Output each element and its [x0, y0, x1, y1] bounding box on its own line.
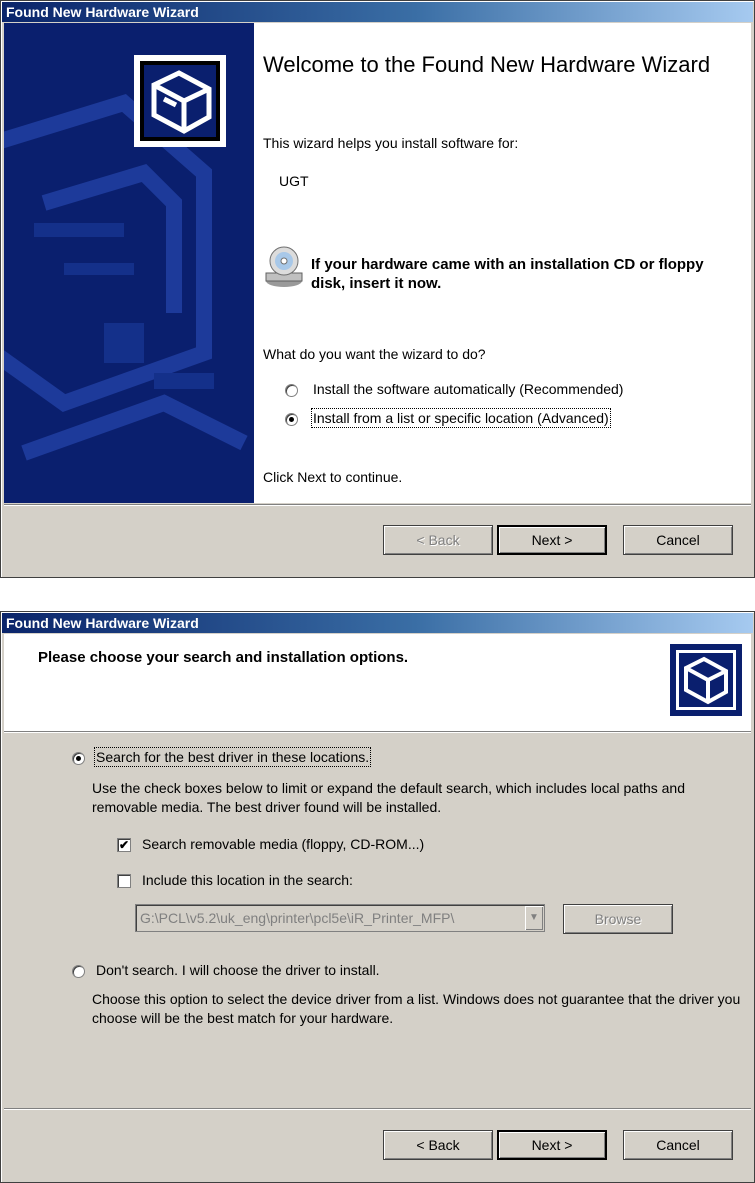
hardware-wizard-header-icon [670, 644, 742, 716]
next-button[interactable]: Next > [497, 525, 607, 555]
header-title: Please choose your search and installati… [38, 649, 409, 666]
continue-text: Click Next to continue. [263, 469, 403, 485]
radio-dont-search[interactable] [72, 965, 85, 978]
radio-dont-search-label[interactable]: Don't search. I will choose the driver t… [96, 962, 380, 978]
back-button[interactable]: < Back [383, 1130, 493, 1160]
hardware-wizard-icon [134, 55, 226, 147]
wizard-header: Please choose your search and installati… [4, 634, 751, 731]
checkbox-include-location[interactable] [117, 874, 131, 888]
device-name: UGT [279, 173, 309, 189]
header-separator [4, 731, 751, 733]
checkbox-include-location-label[interactable]: Include this location in the search: [142, 872, 353, 888]
button-separator [4, 1108, 751, 1110]
wizard-content-panel: Welcome to the Found New Hardware Wizard… [254, 23, 751, 503]
location-combo[interactable]: G:\PCL\v5.2\uk_eng\printer\pcl5e\iR_Prin… [135, 904, 545, 932]
radio-install-auto-label[interactable]: Install the software automatically (Reco… [313, 381, 623, 397]
checkbox-removable-media-label[interactable]: Search removable media (floppy, CD-ROM..… [142, 836, 424, 852]
wizard-side-artwork [4, 23, 254, 503]
radio-search[interactable] [72, 752, 85, 765]
button-separator [4, 504, 751, 506]
cd-drive-icon [265, 246, 303, 287]
cancel-button[interactable]: Cancel [623, 525, 733, 555]
next-button[interactable]: Next > [497, 1130, 607, 1160]
wizard-side-panel [4, 23, 254, 503]
checkbox-removable-media[interactable]: ✔ [117, 838, 131, 852]
cancel-button[interactable]: Cancel [623, 1130, 733, 1160]
browse-button[interactable]: Browse [563, 904, 673, 934]
window-title: Found New Hardware Wizard [2, 613, 753, 633]
welcome-heading: Welcome to the Found New Hardware Wizard [263, 52, 711, 77]
window-title: Found New Hardware Wizard [2, 2, 753, 22]
dont-search-description: Choose this option to select the device … [92, 991, 741, 1026]
radio-install-auto[interactable] [285, 384, 298, 397]
wizard-welcome-window: Found New Hardware Wizard Welcome to the… [0, 0, 755, 578]
combo-arrow-icon[interactable]: ▼ [525, 906, 543, 930]
location-combo-value: G:\PCL\v5.2\uk_eng\printer\pcl5e\iR_Prin… [140, 910, 455, 926]
cd-prompt: If your hardware came with an installati… [311, 256, 704, 292]
intro-text: This wizard helps you install software f… [263, 135, 519, 151]
back-button[interactable]: < Back [383, 525, 493, 555]
radio-install-advanced[interactable] [285, 413, 298, 426]
wizard-options-window: Found New Hardware Wizard Please choose … [0, 611, 755, 1183]
wizard-question: What do you want the wizard to do? [263, 346, 486, 362]
radio-install-advanced-label[interactable]: Install from a list or specific location… [311, 408, 611, 428]
radio-search-label[interactable]: Search for the best driver in these loca… [93, 747, 372, 767]
search-description: Use the check boxes below to limit or ex… [92, 780, 686, 815]
